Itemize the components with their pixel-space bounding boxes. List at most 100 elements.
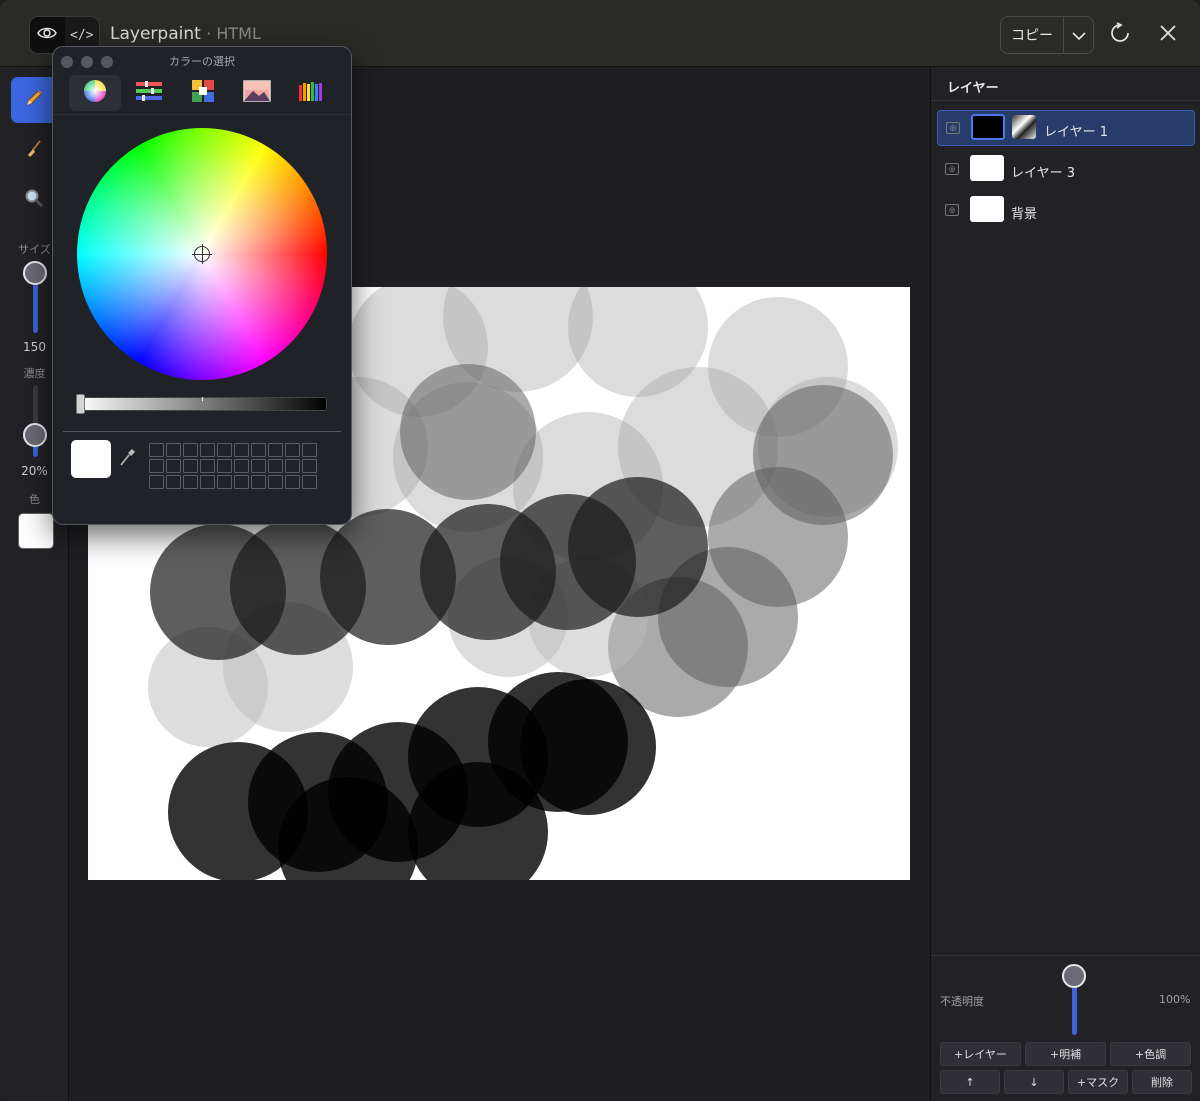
layer-visibility-icon[interactable]: ◎ <box>946 122 960 134</box>
layer-visibility-icon[interactable]: ◎ <box>945 204 959 216</box>
copy-options-button[interactable] <box>1064 17 1093 53</box>
add-tone-button[interactable]: +色調 <box>1110 1042 1191 1066</box>
chevron-down-icon <box>1071 26 1086 45</box>
magnifier-icon <box>24 188 44 213</box>
custom-swatch-slot[interactable] <box>302 459 317 473</box>
close-icon <box>1159 24 1177 46</box>
layer-thumbnail <box>970 196 1004 222</box>
custom-swatch-slot[interactable] <box>149 459 164 473</box>
tab-color-wheel[interactable] <box>69 75 121 111</box>
copy-button[interactable]: コピー <box>1001 17 1064 53</box>
add-layer-button[interactable]: +レイヤー <box>940 1042 1021 1066</box>
eyedropper-button[interactable] <box>119 449 137 469</box>
custom-swatch-slot[interactable] <box>302 475 317 489</box>
size-slider-knob[interactable] <box>23 261 47 285</box>
reload-icon <box>1109 22 1131 48</box>
custom-swatch-slot[interactable] <box>200 459 215 473</box>
move-layer-up-button[interactable]: ↑ <box>940 1070 1000 1094</box>
custom-swatch-slot[interactable] <box>200 475 215 489</box>
custom-swatch-slot[interactable] <box>166 459 181 473</box>
move-layer-down-button[interactable]: ↓ <box>1004 1070 1064 1094</box>
custom-swatch-slot[interactable] <box>166 475 181 489</box>
custom-swatch-slot[interactable] <box>251 443 266 457</box>
custom-swatch-slot[interactable] <box>217 443 232 457</box>
layer-row-background[interactable]: ◎ 背景 <box>937 193 1195 229</box>
custom-swatch-slot[interactable] <box>251 459 266 473</box>
color-picker-dialog: カラーの選択 <box>52 46 352 525</box>
layers-panel: レイヤー ◎ レイヤー 1 ◎ レイヤー 3 ◎ 背景 不透明度 100% +レ… <box>930 67 1200 1101</box>
layer-visibility-icon[interactable]: ◎ <box>945 163 959 175</box>
zoom-tool-button[interactable] <box>11 177 57 223</box>
color-picker-header: カラーの選択 <box>53 47 351 73</box>
opacity-label: 不透明度 <box>940 995 984 1008</box>
color-wheel-crosshair[interactable] <box>192 244 212 264</box>
opacity-value: 100% <box>1159 993 1191 1006</box>
layer-name: レイヤー 3 <box>1011 166 1076 181</box>
divider <box>931 955 1200 956</box>
color-picker-tabs <box>67 75 337 111</box>
pencil-icon <box>24 88 44 113</box>
image-icon <box>243 80 271 106</box>
custom-swatch-slot[interactable] <box>268 475 283 489</box>
divider <box>931 100 1200 101</box>
tab-color-sliders[interactable] <box>123 75 175 111</box>
custom-swatch-slot[interactable] <box>285 475 300 489</box>
layer-name: 背景 <box>1011 207 1038 222</box>
custom-swatch-slot[interactable] <box>217 459 232 473</box>
brightness-tick <box>202 397 203 401</box>
custom-swatch-slot[interactable] <box>200 443 215 457</box>
custom-swatch-slot[interactable] <box>166 443 181 457</box>
layer-row-1[interactable]: ◎ レイヤー 1 <box>937 110 1195 146</box>
custom-swatch-slot[interactable] <box>234 443 249 457</box>
custom-swatch-slot[interactable] <box>234 475 249 489</box>
pencils-icon <box>298 79 324 107</box>
app-title: Layerpaint · HTML <box>110 24 261 44</box>
delete-layer-button[interactable]: 削除 <box>1132 1070 1192 1094</box>
custom-swatch-slot[interactable] <box>285 459 300 473</box>
layer-mask-thumbnail[interactable] <box>1012 115 1036 139</box>
color-picker-title: カラーの選択 <box>169 55 235 68</box>
add-brightness-button[interactable]: +明補 <box>1025 1042 1106 1066</box>
tab-image-palettes[interactable] <box>231 75 283 111</box>
divider <box>63 431 341 432</box>
custom-swatch-slot[interactable] <box>302 443 317 457</box>
custom-swatch-slot[interactable] <box>183 475 198 489</box>
custom-swatch-slot[interactable] <box>183 443 198 457</box>
palette-grid-icon <box>191 79 215 107</box>
divider <box>53 114 351 115</box>
custom-swatch-slot[interactable] <box>285 443 300 457</box>
color-wheel-icon <box>83 79 107 107</box>
current-color-swatch[interactable] <box>18 513 54 549</box>
picker-current-color[interactable] <box>71 440 111 478</box>
opacity-slider-knob[interactable] <box>1062 964 1086 988</box>
layers-panel-title: レイヤー <box>947 81 999 96</box>
custom-swatch-slot[interactable] <box>149 475 164 489</box>
brightness-slider-knob[interactable] <box>76 394 85 414</box>
custom-swatch-slot[interactable] <box>183 459 198 473</box>
custom-swatch-slot[interactable] <box>217 475 232 489</box>
layer-thumbnail <box>971 114 1005 140</box>
eraser-tool-button[interactable] <box>11 128 57 174</box>
custom-swatch-slot[interactable] <box>268 443 283 457</box>
eyedropper-icon <box>119 447 137 471</box>
app-name: Layerpaint <box>110 24 201 44</box>
pencil-tool-button[interactable] <box>11 77 57 123</box>
custom-swatch-slot[interactable] <box>268 459 283 473</box>
custom-swatches <box>149 443 317 491</box>
close-button[interactable] <box>1155 22 1181 48</box>
reload-button[interactable] <box>1107 22 1133 48</box>
layer-row-3[interactable]: ◎ レイヤー 3 <box>937 152 1195 188</box>
custom-swatch-slot[interactable] <box>149 443 164 457</box>
size-slider-fill <box>33 277 38 333</box>
tab-color-palettes[interactable] <box>177 75 229 111</box>
sliders-icon <box>135 80 163 106</box>
app-window: </> Layerpaint · HTML コピー サイズ 150 濃度 20%… <box>0 0 1200 1101</box>
broom-icon <box>24 139 44 164</box>
custom-swatch-slot[interactable] <box>251 475 266 489</box>
add-mask-button[interactable]: +マスク <box>1068 1070 1128 1094</box>
tab-pencils[interactable] <box>285 75 337 111</box>
layer-thumbnail <box>970 155 1004 181</box>
custom-swatch-slot[interactable] <box>234 459 249 473</box>
copy-button-group: コピー <box>1000 16 1094 54</box>
density-slider-knob[interactable] <box>23 423 47 447</box>
